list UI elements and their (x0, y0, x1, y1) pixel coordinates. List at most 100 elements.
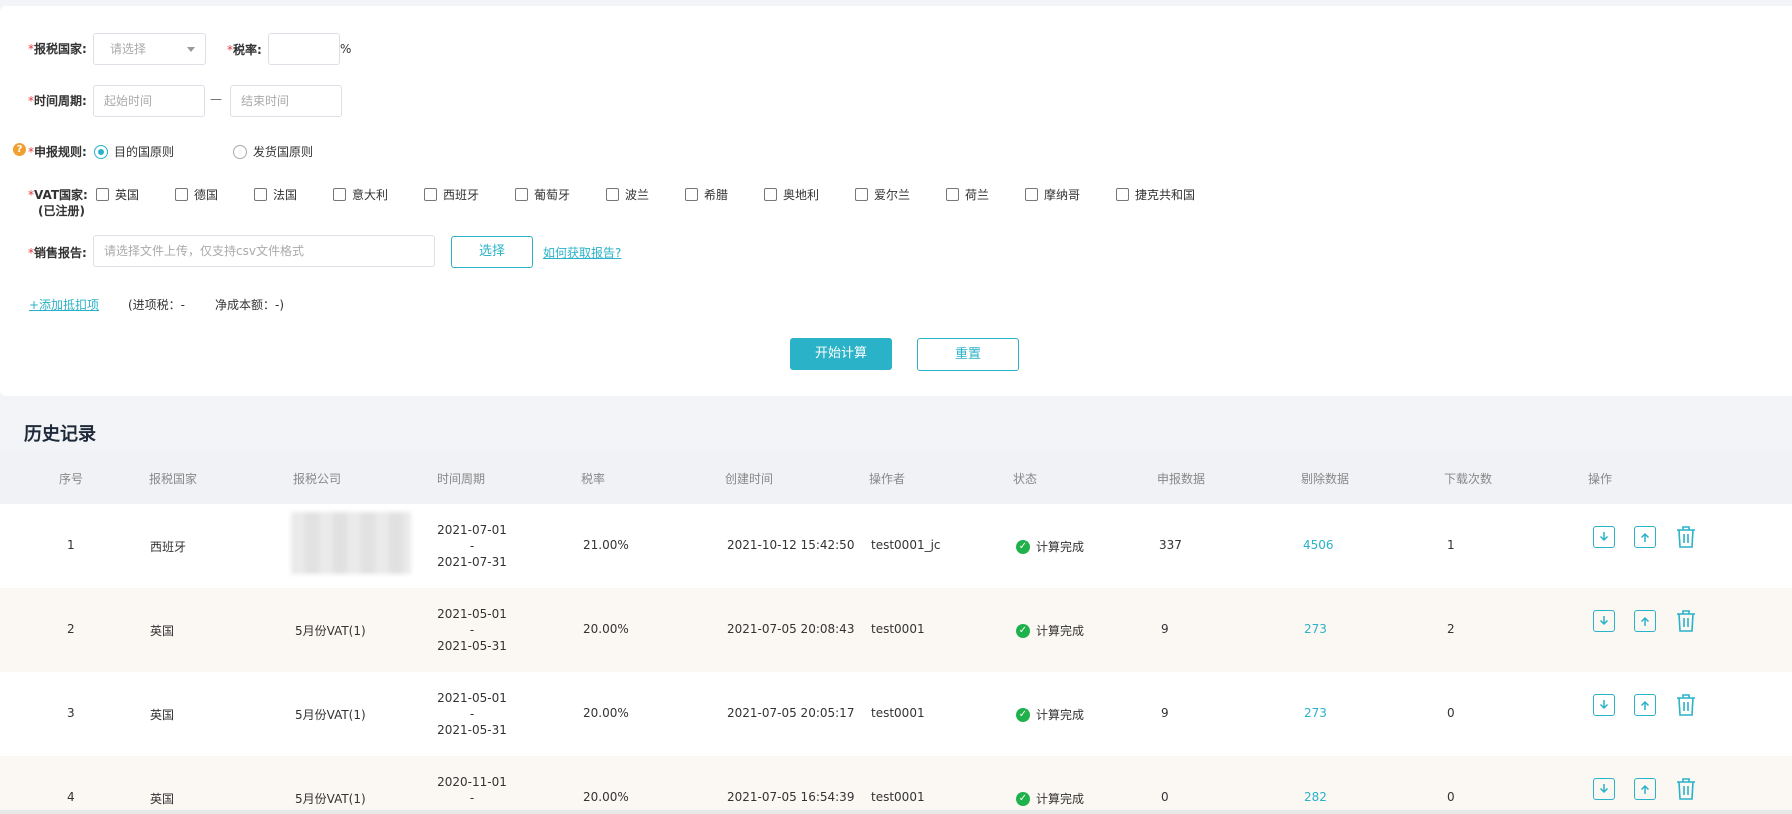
table-header: 序号 报税国家 报税公司 时间周期 税率 创建时间 操作者 状态 申报数据 剔除… (0, 452, 1792, 504)
col-company: 报税公司 (293, 472, 342, 486)
cell-operator: test0001_jc (871, 538, 941, 552)
redacted-company-blur (291, 512, 411, 574)
cell-no: 1 (67, 538, 75, 552)
col-country: 报税国家 (149, 472, 198, 486)
cell-created: 2021-10-12 15:42:50 (727, 538, 855, 552)
cell-period: 2021-05-01-2021-05-31 (437, 607, 507, 653)
checkbox-vat-pl[interactable]: 波兰 (606, 186, 649, 203)
history-title: 历史记录 (24, 424, 96, 445)
cell-period: 2021-05-01-2021-05-31 (437, 691, 507, 737)
reset-button[interactable]: 重置 (917, 338, 1019, 371)
cell-rate: 20.00% (583, 706, 629, 720)
checkbox-vat-at[interactable]: 奥地利 (764, 186, 819, 203)
cell-declared: 9 (1161, 622, 1169, 636)
vat-label-sub: (已注册) (38, 204, 85, 218)
checkbox-vat-ie[interactable]: 爱尔兰 (855, 186, 910, 203)
cell-declared: 0 (1161, 790, 1169, 804)
col-declared: 申报数据 (1157, 472, 1206, 486)
table-row: 2 英国 5月份VAT(1) 2021-05-01-2021-05-31 20.… (0, 588, 1792, 672)
checkbox-vat-gr[interactable]: 希腊 (685, 186, 728, 203)
cell-declared: 9 (1161, 706, 1169, 720)
cell-country: 西班牙 (150, 540, 187, 554)
col-status: 状态 (1013, 472, 1038, 486)
trash-icon[interactable] (1675, 693, 1697, 717)
col-excluded: 剔除数据 (1301, 472, 1350, 486)
country-select-placeholder: 请选择 (110, 42, 147, 56)
table-row: 4 英国 5月份VAT(1) 2020-11-01- 20.00% 2021-0… (0, 756, 1792, 814)
caret-down-icon (187, 47, 195, 52)
start-calculate-button[interactable]: 开始计算 (790, 338, 892, 370)
cell-period: 2020-11-01- (437, 775, 507, 805)
cell-company: 5月份VAT(1) (295, 792, 366, 806)
tax-form-card: *报税国家: 请选择 *税率: % *时间周期: — ? *申报规则: 目的国原… (0, 6, 1792, 396)
download-icon[interactable] (1593, 526, 1615, 548)
tax-rate-label: *税率: (227, 43, 262, 57)
check-circle-icon: ✓ (1016, 791, 1030, 806)
rule-label: *申报规则: (28, 145, 87, 159)
cell-excluded-link[interactable]: 282 (1304, 790, 1327, 804)
table-row: 3 英国 5月份VAT(1) 2021-05-01-2021-05-31 20.… (0, 672, 1792, 756)
cell-rate: 20.00% (583, 622, 629, 636)
checkbox-vat-es[interactable]: 西班牙 (424, 186, 479, 203)
cell-company: 5月份VAT(1) (295, 708, 366, 722)
checkbox-vat-fr[interactable]: 法国 (254, 186, 297, 203)
cell-created: 2021-07-05 20:08:43 (727, 622, 855, 636)
checkbox-vat-de[interactable]: 德国 (175, 186, 218, 203)
how-to-get-report-link[interactable]: 如何获取报告? (543, 244, 621, 261)
download-icon[interactable] (1593, 694, 1615, 716)
upload-icon[interactable] (1634, 610, 1656, 632)
cell-period: 2021-07-01-2021-07-31 (437, 523, 507, 569)
upload-icon[interactable] (1634, 526, 1656, 548)
checkbox-vat-it[interactable]: 意大利 (333, 186, 388, 203)
upload-icon[interactable] (1634, 694, 1656, 716)
cell-excluded-link[interactable]: 273 (1304, 622, 1327, 636)
percent-sign: % (340, 42, 352, 56)
checkbox-vat-mc[interactable]: 摩纳哥 (1025, 186, 1080, 203)
cell-created: 2021-07-05 20:05:17 (727, 706, 855, 720)
check-circle-icon: ✓ (1016, 707, 1030, 722)
download-icon[interactable] (1593, 778, 1615, 800)
cell-declared: 337 (1159, 538, 1182, 552)
check-circle-icon: ✓ (1016, 623, 1030, 638)
add-deduction-link[interactable]: +添加抵扣项 (29, 296, 99, 313)
cell-downloads: 1 (1447, 538, 1455, 552)
download-icon[interactable] (1593, 610, 1615, 632)
radio-destination[interactable]: 目的国原则 (94, 143, 174, 160)
trash-icon[interactable] (1675, 777, 1697, 801)
cell-operator: test0001 (871, 706, 925, 720)
tax-rate-input[interactable] (268, 33, 340, 65)
cell-downloads: 0 (1447, 706, 1455, 720)
help-icon[interactable]: ? (13, 143, 26, 156)
cell-company: 5月份VAT(1) (295, 624, 366, 638)
choose-file-button[interactable]: 选择 (451, 236, 533, 268)
checkbox-vat-uk[interactable]: 英国 (96, 186, 139, 203)
checkbox-vat-cz[interactable]: 捷克共和国 (1116, 186, 1195, 203)
net-cost-text: 净成本额：-) (215, 298, 285, 312)
cell-operator: test0001 (871, 790, 925, 804)
cell-rate: 21.00% (583, 538, 629, 552)
status-badge: ✓ 计算完成 (1016, 790, 1084, 807)
cell-operator: test0001 (871, 622, 925, 636)
col-period: 时间周期 (437, 472, 486, 486)
report-file-input[interactable] (93, 235, 435, 267)
checkbox-vat-pt[interactable]: 葡萄牙 (515, 186, 570, 203)
trash-icon[interactable] (1675, 525, 1697, 549)
cell-no: 4 (67, 790, 75, 804)
radio-origin[interactable]: 发货国原则 (233, 143, 313, 160)
cell-no: 2 (67, 622, 75, 636)
cell-no: 3 (67, 706, 75, 720)
col-rate: 税率 (581, 472, 606, 486)
bottom-scroll-edge (0, 810, 1792, 814)
start-date-input[interactable] (93, 85, 205, 117)
upload-icon[interactable] (1634, 778, 1656, 800)
cell-excluded-link[interactable]: 4506 (1303, 538, 1334, 552)
cell-excluded-link[interactable]: 273 (1304, 706, 1327, 720)
trash-icon[interactable] (1675, 609, 1697, 633)
end-date-input[interactable] (230, 85, 342, 117)
country-select[interactable]: 请选择 (93, 33, 206, 65)
col-downloads: 下载次数 (1444, 472, 1493, 486)
table-row: 1 西班牙 2021-07-01-2021-07-31 21.00% 2021-… (0, 504, 1792, 588)
vat-label: *VAT国家: (28, 188, 88, 202)
checkbox-vat-nl[interactable]: 荷兰 (946, 186, 989, 203)
cell-downloads: 2 (1447, 622, 1455, 636)
